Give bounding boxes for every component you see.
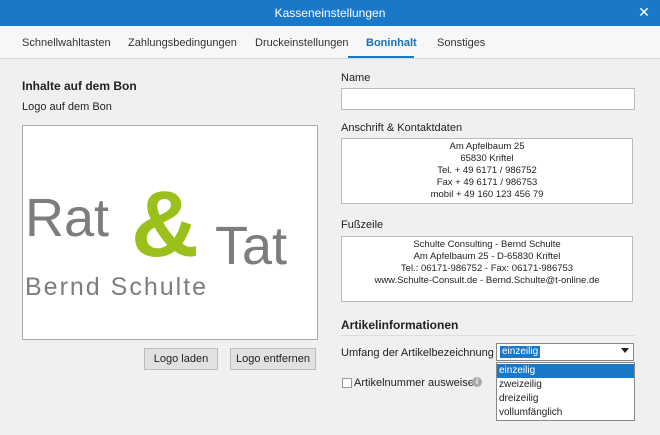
logo-label: Logo auf dem Bon [22,101,112,113]
footer-line: Schulte Consulting - Bernd Schulte [413,239,561,250]
article-number-checkbox[interactable] [342,378,352,388]
address-line: 65830 Kriftel [460,153,514,164]
logo-subtitle: Bernd Schulte [25,273,208,301]
logo-word-tat: Tat [215,216,287,276]
chevron-down-icon [621,348,629,353]
tab-bar: Schnellwahltasten Zahlungsbedingungen Dr… [0,26,660,59]
footer-textarea[interactable]: Schulte Consulting - Bernd Schulte Am Ap… [341,236,633,302]
footer-line: Tel.: 06171-986752 - Fax: 06171-986753 [400,263,574,274]
remove-logo-button[interactable]: Logo entfernen [230,348,316,370]
article-desc-dropdown: einzeilig zweizeilig dreizeilig vollumfä… [496,362,635,421]
name-input[interactable] [341,88,635,110]
section-divider [341,335,635,336]
address-line: Tel. + 49 6171 / 986752 [437,165,537,176]
address-line: mobil + 49 160 123 456 79 [430,189,544,200]
address-textarea[interactable]: Am Apfelbaum 25 65830 Kriftel Tel. + 49 … [341,138,633,204]
tab-schnellwahltasten[interactable]: Schnellwahltasten [22,37,111,49]
article-desc-selected: einzeilig [500,346,541,358]
active-tab-indicator [348,56,414,58]
article-info-heading: Artikelinformationen [341,318,459,332]
name-label: Name [341,72,371,84]
dropdown-option-dreizeilig[interactable]: dreizeilig [497,392,634,406]
logo-preview: Rat & Tat Bernd Schulte [22,125,318,340]
tab-zahlungsbedingungen[interactable]: Zahlungsbedingungen [128,37,237,49]
title-bar: Kasseneinstellungen ✕ [0,0,660,26]
footer-label: Fußzeile [341,219,384,231]
tab-druckeinstellungen[interactable]: Druckeinstellungen [255,37,349,49]
article-number-label: Artikelnummer ausweisen [354,377,480,389]
address-line: Am Apfelbaum 25 [449,141,525,152]
dropdown-option-zweizeilig[interactable]: zweizeilig [497,378,634,392]
window-title: Kasseneinstellungen [274,6,386,20]
footer-line: Am Apfelbaum 25 - D-65830 Kriftel [413,251,561,262]
logo-image: Rat & Tat Bernd Schulte [25,171,287,301]
address-label: Anschrift & Kontaktdaten [341,122,463,134]
footer-line: www.Schulte-Consult.de - Bernd.Schulte@t… [374,275,600,286]
logo-word-rat: Rat [25,188,109,248]
close-icon[interactable]: ✕ [636,4,652,20]
info-icon[interactable]: i [472,377,482,387]
address-line: Fax + 49 6171 / 986753 [436,177,538,188]
tab-boninhalt[interactable]: Boninhalt [366,37,417,49]
dropdown-option-vollumfaenglich[interactable]: vollumfänglich [497,406,634,420]
tab-sonstiges[interactable]: Sonstiges [437,37,485,49]
load-logo-button[interactable]: Logo laden [144,348,218,370]
receipt-content-heading: Inhalte auf dem Bon [22,79,137,93]
article-desc-label: Umfang der Artikelbezeichnung [341,347,494,359]
dropdown-option-einzeilig[interactable]: einzeilig [497,364,634,378]
logo-ampersand: & [131,171,199,276]
article-desc-select[interactable]: einzeilig [496,343,634,361]
